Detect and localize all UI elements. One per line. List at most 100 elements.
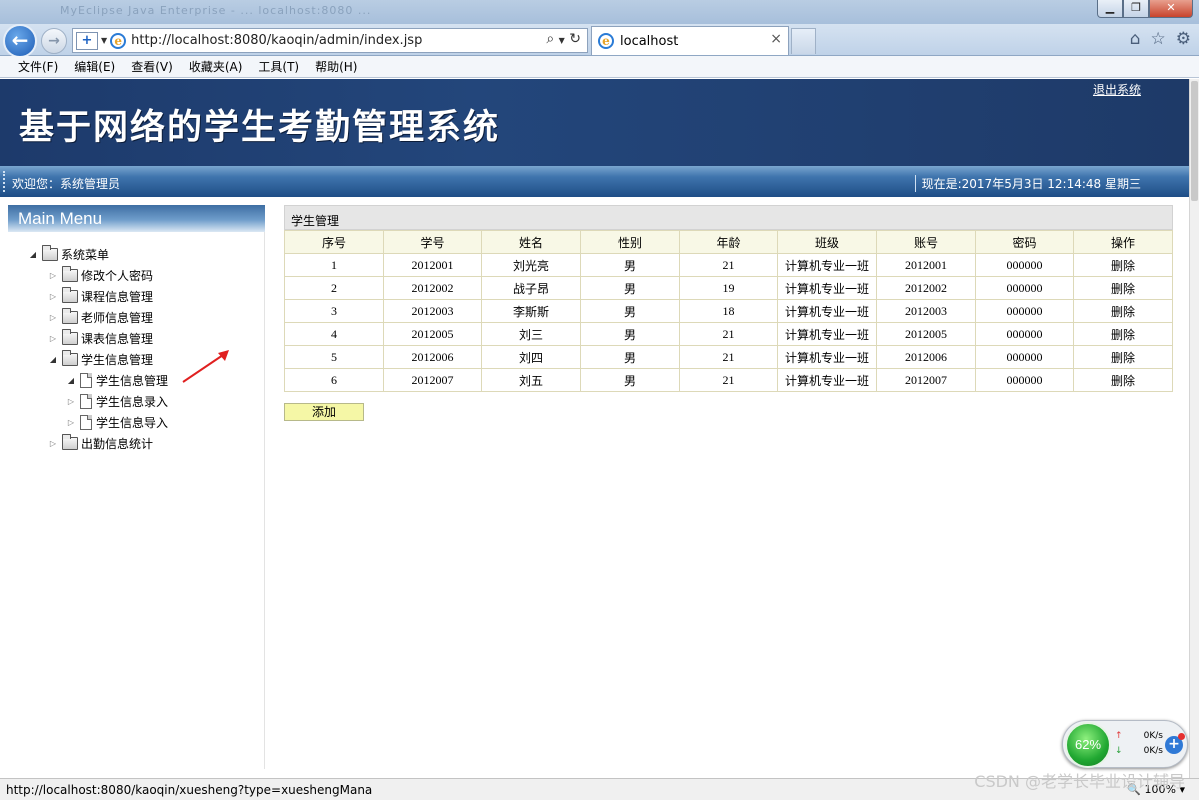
watermark: CSDN @老学长毕业设计辅导 — [974, 772, 1185, 791]
tree-root-label: 系统菜单 — [61, 247, 110, 262]
file-icon — [80, 393, 92, 409]
delete-link[interactable]: 删除 — [1073, 276, 1173, 300]
table-row: 3 2012003 李斯斯男 18 计算机专业一班 2012003 000000 删除 — [284, 299, 1173, 323]
delete-link[interactable]: 删除 — [1073, 368, 1173, 392]
favorites-star-icon[interactable]: ☆ — [1151, 29, 1166, 49]
table-row: 5 2012006 刘四男 21 计算机专业一班 2012006 000000 删除 — [284, 345, 1173, 369]
table-cell: 000000 — [975, 322, 1074, 346]
download-rate-value: 0K/s — [1143, 746, 1163, 756]
memory-usage-ball[interactable]: 62% — [1065, 722, 1111, 768]
sidebar-item-label: 课表信息管理 — [81, 331, 154, 346]
address-tools[interactable]: ⌕ ▼ ↻ — [546, 31, 581, 47]
scrollbar-thumb[interactable] — [1191, 81, 1198, 201]
back-button[interactable]: ← — [3, 24, 37, 58]
sidebar-item-student[interactable]: ◢ 学生信息管理 — [48, 349, 153, 369]
collapsed-arrow-icon[interactable]: ▷ — [48, 439, 58, 448]
table-cell: 000000 — [975, 276, 1074, 300]
menu-help[interactable]: 帮助(H) — [315, 58, 357, 75]
menu-file[interactable]: 文件(F) — [18, 58, 58, 75]
menu-tools[interactable]: 工具(T) — [258, 58, 299, 75]
expanded-arrow-icon[interactable]: ◢ — [28, 250, 38, 259]
table-cell: 2012001 — [876, 253, 976, 277]
menu-favorites[interactable]: 收藏夹(A) — [189, 58, 243, 75]
network-speed-widget: 62% ↑ 0K/s ↓ 0K/s + — [1062, 720, 1188, 768]
logout-link[interactable]: 退出系统 — [1093, 81, 1141, 98]
url-text[interactable]: http://localhost:8080/kaoqin/admin/index… — [131, 33, 422, 48]
table-cell: 000000 — [975, 299, 1074, 323]
sidebar-item-course[interactable]: ▷ 课程信息管理 — [48, 286, 153, 306]
compatibility-icon[interactable]: + — [76, 31, 98, 50]
table-cell: 19 — [679, 276, 778, 300]
delete-link[interactable]: 删除 — [1073, 253, 1173, 277]
table-cell: 刘五 — [481, 368, 581, 392]
forward-button[interactable]: → — [41, 28, 67, 54]
address-bar[interactable]: + ▼ e http://localhost:8080/kaoqin/admin… — [72, 28, 588, 53]
collapsed-arrow-icon[interactable]: ▷ — [48, 292, 58, 301]
table-cell: 000000 — [975, 368, 1074, 392]
table-cell: 男 — [580, 276, 680, 300]
delete-link[interactable]: 删除 — [1073, 299, 1173, 323]
sidebar-item-change-password[interactable]: ▷ 修改个人密码 — [48, 265, 153, 285]
collapsed-arrow-icon[interactable]: ▷ — [48, 334, 58, 343]
new-tab-button[interactable] — [791, 28, 816, 54]
down-arrow-icon: ↓ — [1115, 746, 1123, 756]
accelerate-plus-icon[interactable]: + — [1165, 733, 1185, 754]
forward-arrow-icon: → — [48, 33, 60, 49]
refresh-icon[interactable]: ↻ — [569, 31, 581, 47]
settings-gear-icon[interactable]: ⚙ — [1176, 29, 1191, 49]
table-row: 1 2012001 刘光亮男 21 计算机专业一班 2012001 000000 删除 — [284, 253, 1173, 277]
collapsed-arrow-icon[interactable]: ▷ — [48, 271, 58, 280]
dropdown-small-icon[interactable]: ▼ — [559, 36, 565, 45]
menu-heading: Main Menu — [8, 205, 265, 232]
table-cell: 男 — [580, 253, 680, 277]
sidebar-item-timetable[interactable]: ▷ 课表信息管理 — [48, 328, 153, 348]
table-cell: 2012003 — [383, 299, 482, 323]
sidebar-subitem-student-manage[interactable]: ◢ 学生信息管理 — [66, 370, 168, 390]
minimize-button[interactable]: ▁ — [1097, 0, 1123, 18]
table-cell: 1 — [284, 253, 384, 277]
navigation-bar: ← → + ▼ e http://localhost:8080/kaoqin/a… — [0, 24, 1199, 58]
table-cell: 刘光亮 — [481, 253, 581, 277]
sidebar-item-label: 修改个人密码 — [81, 268, 154, 283]
dropdown-icon[interactable]: ▼ — [101, 36, 107, 45]
sidebar-subitem-label: 学生信息导入 — [96, 415, 169, 430]
table-cell: 000000 — [975, 345, 1074, 369]
sidebar-subitem-student-import[interactable]: ▷ 学生信息导入 — [66, 412, 168, 432]
close-window-button[interactable]: ✕ — [1149, 0, 1193, 18]
browser-tab[interactable]: e localhost × — [591, 26, 789, 55]
delete-link[interactable]: 删除 — [1073, 322, 1173, 346]
maximize-button[interactable]: ❐ — [1123, 0, 1149, 18]
menu-edit[interactable]: 编辑(E) — [74, 58, 115, 75]
window-titlebar: MyEclipse Java Enterprise - ... localhos… — [0, 0, 1199, 24]
divider — [3, 171, 5, 192]
table-header-row: 序号 学号 姓名 性别 年龄 班级 账号 密码 操作 — [284, 230, 1173, 254]
up-arrow-icon: ↑ — [1115, 731, 1123, 741]
col-header: 操作 — [1073, 230, 1173, 254]
table-cell: 18 — [679, 299, 778, 323]
vertical-scrollbar[interactable] — [1189, 79, 1199, 778]
expanded-arrow-icon[interactable]: ◢ — [48, 355, 58, 364]
collapsed-arrow-icon[interactable]: ▷ — [48, 313, 58, 322]
collapsed-arrow-icon[interactable]: ▷ — [66, 418, 76, 427]
search-icon[interactable]: ⌕ — [546, 31, 554, 47]
panel-title: 学生管理 — [284, 205, 1173, 230]
upload-rate: ↑ 0K/s — [1115, 731, 1163, 741]
window-title-ghost: MyEclipse Java Enterprise - ... localhos… — [60, 4, 372, 17]
sidebar-item-teacher[interactable]: ▷ 老师信息管理 — [48, 307, 153, 327]
download-rate: ↓ 0K/s — [1115, 746, 1163, 756]
folder-icon — [62, 286, 78, 303]
home-icon[interactable]: ⌂ — [1130, 29, 1141, 49]
close-tab-icon[interactable]: × — [770, 31, 782, 47]
menu-view[interactable]: 查看(V) — [131, 58, 173, 75]
tree-root[interactable]: ◢ 系统菜单 — [28, 244, 109, 264]
collapsed-arrow-icon[interactable]: ▷ — [66, 397, 76, 406]
add-button[interactable]: 添加 — [284, 403, 364, 421]
col-header: 年龄 — [679, 230, 778, 254]
sidebar-item-attendance[interactable]: ▷ 出勤信息统计 — [48, 433, 153, 453]
delete-link[interactable]: 删除 — [1073, 345, 1173, 369]
table-row: 6 2012007 刘五男 21 计算机专业一班 2012007 000000 删除 — [284, 368, 1173, 392]
expanded-arrow-icon[interactable]: ◢ — [66, 376, 76, 385]
sidebar-subitem-student-entry[interactable]: ▷ 学生信息录入 — [66, 391, 168, 411]
welcome-bar: 欢迎您：系统管理员 现在是:2017年5月3日 12:14:48 星期三 — [0, 166, 1189, 197]
welcome-text: 欢迎您：系统管理员 — [12, 177, 121, 191]
